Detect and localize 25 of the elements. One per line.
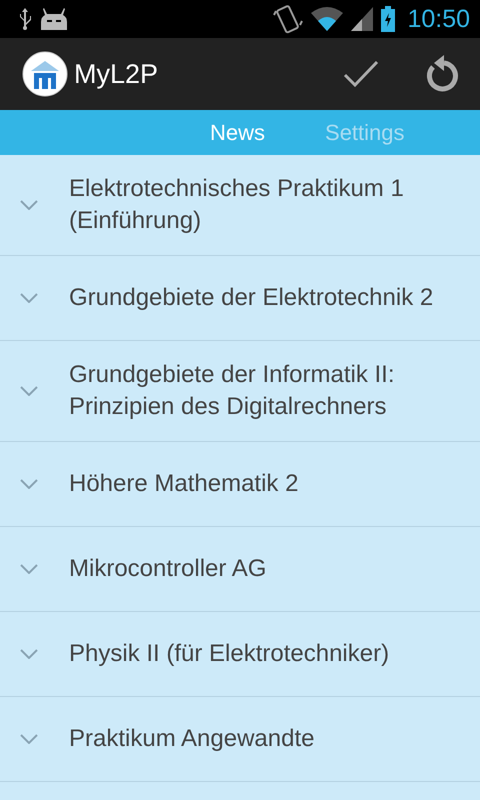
usb-icon [18,8,32,30]
course-title: Grundgebiete der Elektrotechnik 2 [69,283,434,313]
app-logo-icon[interactable] [22,51,68,97]
course-row[interactable]: Höhere Mathematik 2 [0,442,480,527]
course-row[interactable]: Grundgebiete der Elektrotechnik 2 [0,256,480,341]
course-row[interactable]: Mikrocontroller AG [0,527,480,612]
robot-head-icon [40,8,68,30]
course-row[interactable]: Grundgebiete der Informatik II: Prinzipien des Digitalrechners [0,341,480,442]
clock-time: 10:50 [407,4,470,34]
vibrate-icon [273,3,304,35]
course-title: Höhere Mathematik 2 [69,469,298,499]
battery-charging-icon [381,6,396,32]
wifi-icon [311,7,344,31]
course-title: Physik II (für Elektrotechniker) [69,639,390,669]
app-title: MyL2P [74,58,158,90]
course-row[interactable]: Praktikum Angewandte [0,697,480,782]
course-title: Grundgebiete der Informatik II: Prinzipien des Digitalrechners [69,360,396,422]
course-row[interactable]: Physik II (für Elektrotechniker) [0,612,480,697]
refresh-icon[interactable] [424,55,460,93]
course-title: Mikrocontroller AG [69,554,266,584]
signal-icon [351,7,374,31]
course-title: Elektrotechnisches Praktikum 1 (Einführung) [69,174,405,236]
course-row[interactable]: Elektrotechnisches Praktikum 1 (Einführung) [0,155,480,256]
course-title: Praktikum Angewandte [69,724,314,754]
checkmark-icon[interactable] [343,60,379,88]
